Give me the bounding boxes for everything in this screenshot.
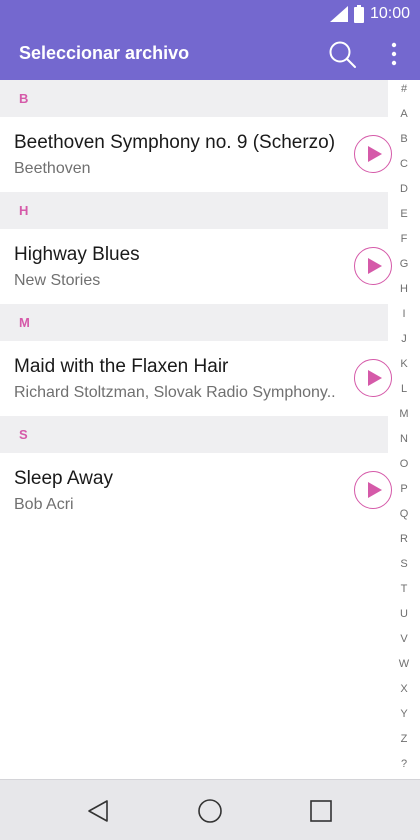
- index-letter[interactable]: J: [392, 330, 416, 355]
- index-letter[interactable]: W: [392, 655, 416, 680]
- index-letter[interactable]: N: [392, 430, 416, 455]
- signal-icon: [329, 6, 348, 22]
- list-item[interactable]: Highway Blues New Stories: [0, 229, 392, 304]
- song-title: Beethoven Symphony no. 9 (Scherzo): [14, 132, 336, 153]
- index-letter[interactable]: Z: [392, 730, 416, 755]
- index-letter[interactable]: S: [392, 555, 416, 580]
- section-header-h: H: [0, 192, 388, 229]
- song-artist: Bob Acri: [14, 496, 74, 513]
- index-letter[interactable]: #: [392, 80, 416, 105]
- index-letter[interactable]: K: [392, 355, 416, 380]
- index-letter[interactable]: O: [392, 455, 416, 480]
- section-header-s: S: [0, 416, 388, 453]
- index-letter[interactable]: Q: [392, 505, 416, 530]
- index-letter[interactable]: H: [392, 280, 416, 305]
- song-title: Sleep Away: [14, 468, 113, 489]
- index-letter[interactable]: C: [392, 155, 416, 180]
- list-item[interactable]: Sleep Away Bob Acri: [0, 453, 392, 528]
- index-letter[interactable]: U: [392, 605, 416, 630]
- play-icon[interactable]: [354, 247, 392, 285]
- index-letter[interactable]: G: [392, 255, 416, 280]
- song-artist: Beethoven: [14, 160, 91, 177]
- page-title: Seleccionar archivo: [19, 43, 190, 63]
- song-list: B Beethoven Symphony no. 9 (Scherzo) Bee…: [0, 80, 392, 528]
- index-letter[interactable]: P: [392, 480, 416, 505]
- index-letter[interactable]: E: [392, 205, 416, 230]
- nav-bar: [0, 779, 420, 840]
- header: 10:00 Seleccionar archivo: [0, 0, 420, 80]
- alphabet-index[interactable]: # A B C D E F G H I J K L M N O P Q R S T U V W X Y Z?: [392, 80, 416, 780]
- index-letter[interactable]: V: [392, 630, 416, 655]
- index-letter[interactable]: B: [392, 130, 416, 155]
- recents-icon[interactable]: [309, 799, 333, 828]
- index-letter[interactable]: A: [392, 105, 416, 130]
- index-letter[interactable]: Y: [392, 705, 416, 730]
- index-letter[interactable]: ?: [392, 755, 416, 780]
- index-letter[interactable]: X: [392, 680, 416, 705]
- song-artist: New Stories: [14, 272, 101, 289]
- section-header-m: M: [0, 304, 388, 341]
- song-artist: Richard Stoltzman, Slovak Radio Symphony…: [14, 384, 336, 401]
- index-letter[interactable]: T: [392, 580, 416, 605]
- song-title: Maid with the Flaxen Hair: [14, 356, 229, 377]
- search-icon[interactable]: [326, 38, 360, 72]
- home-icon[interactable]: [197, 798, 223, 829]
- list-item[interactable]: Maid with the Flaxen Hair Richard Stoltz…: [0, 341, 392, 416]
- index-letter[interactable]: M: [392, 405, 416, 430]
- song-title: Highway Blues: [14, 244, 140, 265]
- app-bar: Seleccionar archivo: [0, 28, 420, 80]
- play-icon[interactable]: [354, 135, 392, 173]
- battery-icon: [353, 5, 364, 23]
- play-icon[interactable]: [354, 471, 392, 509]
- index-letter[interactable]: F: [392, 230, 416, 255]
- back-icon[interactable]: [86, 799, 110, 828]
- play-icon[interactable]: [354, 359, 392, 397]
- index-letter[interactable]: L: [392, 380, 416, 405]
- more-vert-icon[interactable]: [382, 38, 406, 72]
- section-header-b: B: [0, 80, 388, 117]
- index-letter[interactable]: D: [392, 180, 416, 205]
- index-letter[interactable]: R: [392, 530, 416, 555]
- list-item[interactable]: Beethoven Symphony no. 9 (Scherzo) Beeth…: [0, 117, 392, 192]
- status-bar: 10:00: [329, 0, 420, 28]
- index-letter[interactable]: I: [392, 305, 416, 330]
- status-time: 10:00: [369, 5, 410, 22]
